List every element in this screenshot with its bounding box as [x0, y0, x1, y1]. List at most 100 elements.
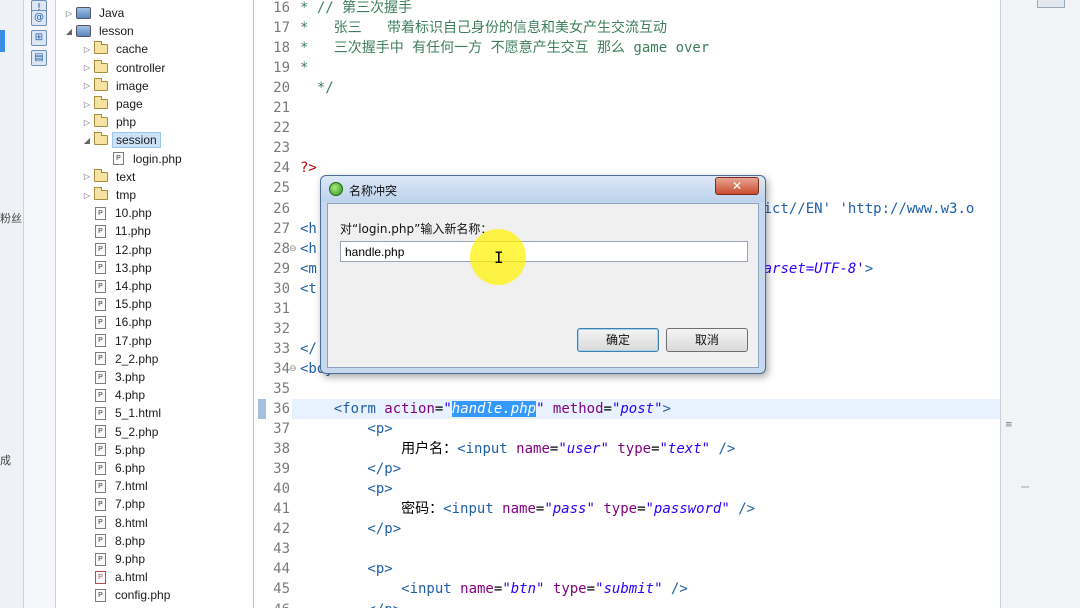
- tree-folder-item[interactable]: ▷ page: [82, 95, 147, 113]
- tree-file-item[interactable]: P 7.php: [82, 495, 149, 513]
- line-number: 16: [273, 0, 290, 16]
- code-token: "text": [659, 441, 711, 458]
- code-line[interactable]: </: [300, 339, 317, 359]
- tree-folder-item[interactable]: ▷ image: [82, 77, 153, 95]
- code-line[interactable]: */: [300, 78, 334, 98]
- expanded-arrow-icon[interactable]: ◢: [82, 136, 92, 145]
- line-number-gutter: 16 17 18 19 20 21 22 23 24 25 26 27 28 ⊖ 29 30 31 32 33 34 ⊖…: [256, 0, 297, 608]
- code-line[interactable]: 密码：<input name="pass" type="password" />: [300, 499, 755, 519]
- console-icon[interactable]: ▤: [31, 50, 47, 66]
- new-name-input[interactable]: [340, 241, 748, 262]
- expanded-arrow-icon[interactable]: ◢: [64, 27, 74, 36]
- declaration-icon[interactable]: ⊞: [31, 30, 47, 46]
- tree-item-label: 5_2.php: [115, 424, 159, 439]
- code-token: 密码：: [300, 501, 444, 518]
- code-token: <h: [300, 220, 317, 237]
- code-line[interactable]: <p>: [300, 479, 392, 499]
- code-token: </p>: [300, 521, 402, 538]
- tree-folder-item[interactable]: ▷ cache: [82, 40, 152, 58]
- php-file-icon: P: [95, 261, 106, 275]
- dialog-titlebar[interactable]: 名称冲突 ✕: [321, 176, 765, 202]
- collapsed-arrow-icon[interactable]: ▷: [82, 100, 92, 109]
- tree-file-item[interactable]: P 9.php: [82, 550, 149, 568]
- overview-marker: [1021, 486, 1029, 488]
- code-line[interactable]: * // 第三次握手: [300, 0, 412, 18]
- tree-file-item[interactable]: P 14.php: [82, 277, 156, 295]
- tree-file-item[interactable]: P 3.php: [82, 368, 149, 386]
- tree-folder-item[interactable]: ◢ session: [82, 131, 161, 149]
- tree-folder-item[interactable]: ▷ text: [82, 168, 139, 186]
- tree-file-item[interactable]: P 5.php: [82, 441, 149, 459]
- cancel-button[interactable]: 取消: [666, 328, 748, 352]
- rename-conflict-dialog: 名称冲突 ✕ 对“login.php”输入新名称： 确定 取消: [320, 175, 766, 374]
- tree-item-label: 16.php: [115, 315, 152, 330]
- code-token: <input: [443, 501, 494, 518]
- close-button[interactable]: ✕: [715, 177, 759, 195]
- code-line[interactable]: </p>: [300, 459, 401, 479]
- tree-file-item[interactable]: Plogin.php: [100, 150, 186, 168]
- collapsed-arrow-icon[interactable]: ▷: [82, 45, 92, 54]
- javadoc-icon[interactable]: @: [31, 10, 47, 26]
- line-number: 23: [273, 140, 290, 157]
- code-token: name: [493, 501, 536, 518]
- tree-file-item[interactable]: P 13.php: [82, 259, 156, 277]
- tree-file-item[interactable]: P 12.php: [82, 241, 156, 259]
- tree-file-item[interactable]: P 5_2.php: [82, 423, 162, 441]
- collapsed-arrow-icon[interactable]: ▷: [82, 63, 92, 72]
- tree-folder-item[interactable]: ▷ php: [82, 113, 140, 131]
- code-token: <input: [457, 441, 508, 458]
- tree-file-item[interactable]: P 11.php: [82, 222, 155, 240]
- tree-folder-item[interactable]: ▷ tmp: [82, 186, 140, 204]
- code-line[interactable]: ?>: [300, 158, 317, 178]
- tree-item-label: 2_2.php: [115, 351, 159, 366]
- code-line[interactable]: * 张三 带着标识自己身份的信息和美女产生交流互动: [300, 18, 667, 38]
- code-line[interactable]: <p>: [300, 419, 392, 439]
- tree-file-item[interactable]: P 8.html: [82, 514, 152, 532]
- tree-file-item[interactable]: Pconfig.php: [82, 586, 174, 604]
- tree-file-item[interactable]: P 8.php: [82, 532, 149, 550]
- fold-toggle-icon[interactable]: ⊖: [289, 359, 297, 379]
- tree-file-item[interactable]: P 7.html: [82, 477, 152, 495]
- ok-button[interactable]: 确定: [577, 328, 659, 352]
- code-line[interactable]: * 三次握手中 有任何一方 不愿意产生交互 那么 game over: [300, 38, 709, 58]
- collapsed-arrow-icon[interactable]: ▷: [82, 81, 92, 90]
- fold-toggle-icon[interactable]: ⊖: [289, 239, 297, 259]
- code-line[interactable]: </p>: [300, 519, 401, 539]
- code-line[interactable]: <input name="btn" type="submit" />: [300, 579, 688, 599]
- line-number: 36: [273, 401, 290, 417]
- collapsed-arrow-icon[interactable]: ▷: [64, 9, 74, 18]
- tree-file-item[interactable]: Pa.html: [82, 568, 152, 586]
- tree-folder-item[interactable]: ▷ controller: [82, 59, 169, 77]
- tree-file-item[interactable]: P 17.php: [82, 332, 156, 350]
- code-line[interactable]: </p>: [300, 600, 401, 608]
- tree-file-item[interactable]: P 10.php: [82, 204, 156, 222]
- tree-file-item[interactable]: P 4.php: [82, 386, 149, 404]
- code-line[interactable]: <h: [300, 219, 317, 239]
- tree-file-item[interactable]: P 15.php: [82, 295, 156, 313]
- code-line[interactable]: 用户名：<input name="user" type="text" />: [300, 439, 735, 459]
- tree-file-item[interactable]: P 5_1.html: [82, 404, 165, 422]
- code-token: </p>: [300, 602, 401, 608]
- code-line[interactable]: <form action="handle.php" method="post">: [300, 399, 671, 419]
- tree-file-item[interactable]: P 2_2.php: [82, 350, 162, 368]
- code-token: </p>: [300, 461, 402, 478]
- code-line[interactable]: <h: [300, 239, 317, 259]
- code-token: </: [300, 340, 317, 357]
- restore-panel-button[interactable]: [1037, 0, 1065, 8]
- line-number: 44: [273, 561, 290, 578]
- line-number: 32: [273, 320, 290, 337]
- tree-file-item[interactable]: P 16.php: [82, 313, 156, 331]
- code-token: ": [536, 401, 545, 417]
- php-file-icon: P: [95, 461, 106, 475]
- tree-project-item[interactable]: ◢ lesson: [64, 22, 138, 40]
- collapsed-arrow-icon[interactable]: ▷: [82, 191, 92, 200]
- code-line[interactable]: <p>: [300, 559, 392, 579]
- collapsed-arrow-icon[interactable]: ▷: [82, 118, 92, 127]
- code-token: />: [710, 441, 736, 458]
- code-line[interactable]: <t: [300, 279, 317, 299]
- code-line[interactable]: *: [300, 58, 308, 78]
- tree-item-label: config.php: [115, 588, 171, 603]
- tree-project-item[interactable]: ▷ Java: [64, 4, 128, 22]
- collapsed-arrow-icon[interactable]: ▷: [82, 172, 92, 181]
- tree-file-item[interactable]: P 6.php: [82, 459, 149, 477]
